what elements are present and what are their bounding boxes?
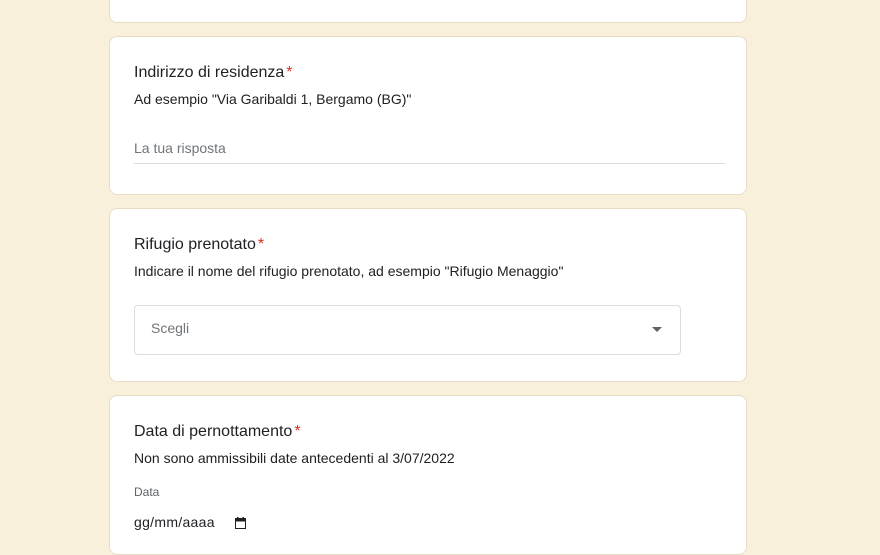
required-asterisk: * xyxy=(294,423,301,440)
select-placeholder: Scegli xyxy=(151,320,190,336)
required-asterisk: * xyxy=(286,64,293,81)
rifugio-select[interactable]: Scegli xyxy=(134,305,681,355)
date-question-card: Data di pernottamento * Non sono ammissib… xyxy=(109,395,747,555)
address-question-card: Indirizzo di residenza * Ad esempio "Via … xyxy=(109,36,747,195)
date-placeholder: gg/mm/aaaa xyxy=(134,514,215,530)
date-input[interactable]: gg/mm/aaaa xyxy=(134,514,246,530)
date-help-text: Non sono ammissibili date antecedenti al… xyxy=(134,450,455,466)
calendar-icon[interactable] xyxy=(234,516,246,529)
rifugio-question-card: Rifugio prenotato * Indicare il nome del … xyxy=(109,208,747,382)
address-question-title: Indirizzo di residenza * xyxy=(134,62,293,84)
required-asterisk: * xyxy=(257,236,265,253)
date-title-text: Data di pernottamento xyxy=(134,423,293,440)
address-help-text: Ad esempio "Via Garibaldi 1, Bergamo (BG… xyxy=(134,91,412,107)
date-field-label: Data xyxy=(134,485,160,499)
dropdown-caret-icon xyxy=(652,327,662,332)
address-input[interactable] xyxy=(134,132,725,164)
rifugio-help-text: Indicare il nome del rifugio prenotato, … xyxy=(134,263,564,279)
rifugio-title-text: Rifugio prenotato xyxy=(134,236,256,253)
address-title-text: Indirizzo di residenza xyxy=(134,64,285,81)
date-question-title: Data di pernottamento * xyxy=(134,421,301,443)
previous-question-card xyxy=(109,0,747,23)
rifugio-question-title: Rifugio prenotato * xyxy=(134,234,264,256)
